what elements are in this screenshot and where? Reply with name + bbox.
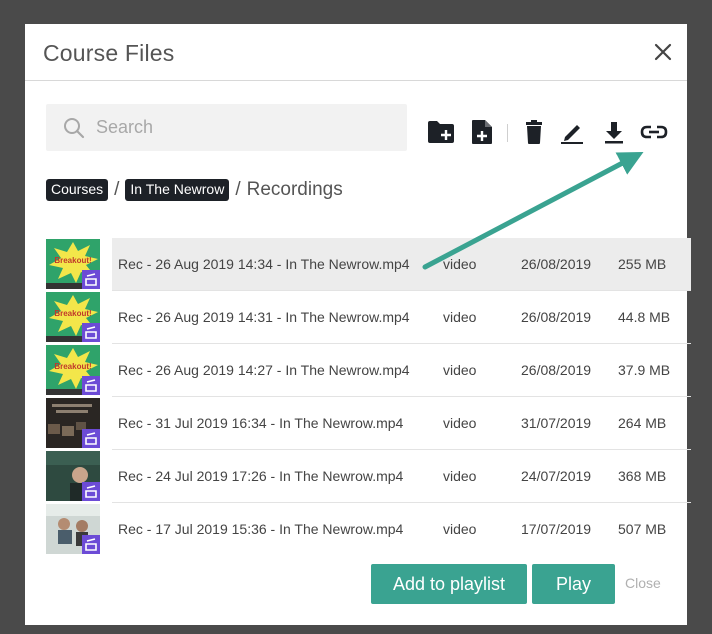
video-thumbnail: [46, 398, 100, 448]
search-box: [46, 104, 407, 151]
video-badge-icon: [82, 270, 100, 289]
file-date: 26/08/2019: [521, 362, 592, 378]
file-type: video: [443, 309, 477, 325]
file-name: Rec - 31 Jul 2019 16:34 - In The Newrow.…: [118, 415, 404, 431]
copy-link-button[interactable]: [639, 119, 669, 145]
new-file-icon: [472, 120, 492, 144]
breadcrumb: Courses / In The Newrow / Recordings: [46, 177, 343, 203]
row-info: Rec - 24 Jul 2019 17:26 - In The Newrow.…: [112, 450, 691, 503]
search-icon: [63, 117, 85, 139]
video-thumbnail: Breakout!: [46, 345, 100, 395]
delete-icon: [526, 120, 542, 144]
download-icon: [605, 122, 623, 144]
thumbnail-text: Breakout!: [54, 256, 91, 265]
file-type: video: [443, 468, 477, 484]
table-row[interactable]: Breakout! Rec - 26 Aug 2019 14:31 - In T…: [46, 291, 691, 344]
thumbnail-text: Breakout!: [54, 362, 91, 371]
delete-button[interactable]: [524, 119, 544, 145]
file-type: video: [443, 521, 477, 537]
link-icon: [640, 125, 668, 139]
file-name: Rec - 26 Aug 2019 14:34 - In The Newrow.…: [118, 256, 410, 272]
video-thumbnail: Breakout!: [46, 239, 100, 289]
file-type: video: [443, 256, 477, 272]
file-name: Rec - 26 Aug 2019 14:31 - In The Newrow.…: [118, 309, 410, 325]
video-badge-icon: [82, 535, 100, 554]
video-thumbnail: [46, 504, 100, 554]
file-size: 264 MB: [618, 415, 667, 431]
rename-button[interactable]: [560, 119, 584, 145]
video-thumbnail: Breakout!: [46, 292, 100, 342]
new-folder-icon: [428, 121, 454, 143]
course-files-dialog: Course Files Search Courses / In The New…: [25, 24, 691, 625]
file-size: 255 MB: [618, 256, 667, 272]
file-type: video: [443, 362, 477, 378]
thumbnail-text: Breakout!: [54, 309, 91, 318]
video-thumbnail: [46, 451, 100, 501]
new-file-button[interactable]: [471, 119, 493, 145]
file-size: 44.8 MB: [618, 309, 671, 325]
breadcrumb-separator: /: [114, 179, 120, 200]
new-folder-button[interactable]: [427, 119, 455, 145]
video-badge-icon: [82, 429, 100, 448]
file-name: Rec - 24 Jul 2019 17:26 - In The Newrow.…: [118, 468, 404, 484]
dialog-title: Course Files: [43, 40, 175, 66]
row-info: Rec - 26 Aug 2019 14:27 - In The Newrow.…: [112, 344, 691, 397]
file-name: Rec - 17 Jul 2019 15:36 - In The Newrow.…: [118, 521, 404, 537]
file-size: 37.9 MB: [618, 362, 671, 378]
file-name: Rec - 26 Aug 2019 14:27 - In The Newrow.…: [118, 362, 410, 378]
file-date: 31/07/2019: [521, 415, 592, 431]
file-size: 507 MB: [618, 521, 667, 537]
breadcrumb-separator: /: [235, 179, 241, 200]
video-badge-icon: [82, 482, 100, 501]
download-button[interactable]: [603, 119, 625, 145]
video-badge-icon: [82, 376, 100, 395]
dialog-header: Course Files: [25, 24, 687, 81]
rename-icon: [561, 125, 583, 144]
file-size: 368 MB: [618, 468, 667, 484]
add-to-playlist-button[interactable]: Add to playlist: [371, 564, 527, 604]
play-button[interactable]: Play: [532, 564, 615, 604]
table-row[interactable]: Breakout! Rec - 26 Aug 2019 14:27 - In T…: [46, 344, 691, 397]
breadcrumb-current: Recordings: [246, 179, 343, 200]
file-type: video: [443, 415, 477, 431]
file-date: 26/08/2019: [521, 256, 592, 272]
close-button[interactable]: Close: [625, 575, 661, 591]
table-row[interactable]: Rec - 17 Jul 2019 15:36 - In The Newrow.…: [46, 503, 691, 556]
file-date: 24/07/2019: [521, 468, 592, 484]
table-row[interactable]: Breakout! Rec - 26 Aug 2019 14:34 - In T…: [46, 238, 691, 291]
row-info: Rec - 31 Jul 2019 16:34 - In The Newrow.…: [112, 397, 691, 450]
row-info: Rec - 17 Jul 2019 15:36 - In The Newrow.…: [112, 503, 691, 556]
video-badge-icon: [82, 323, 100, 342]
breadcrumb-courses[interactable]: Courses: [46, 179, 109, 201]
table-row[interactable]: Rec - 31 Jul 2019 16:34 - In The Newrow.…: [46, 397, 691, 450]
table-row[interactable]: Rec - 24 Jul 2019 17:26 - In The Newrow.…: [46, 450, 691, 503]
row-info: Rec - 26 Aug 2019 14:34 - In The Newrow.…: [112, 238, 691, 291]
row-info: Rec - 26 Aug 2019 14:31 - In The Newrow.…: [112, 291, 691, 344]
search-input[interactable]: [96, 104, 396, 151]
file-date: 17/07/2019: [521, 521, 592, 537]
toolbar-divider: [507, 124, 508, 142]
close-icon[interactable]: [649, 38, 677, 66]
file-date: 26/08/2019: [521, 309, 592, 325]
breadcrumb-in-the-newrow[interactable]: In The Newrow: [125, 179, 230, 201]
file-list: Breakout! Rec - 26 Aug 2019 14:34 - In T…: [46, 238, 691, 556]
